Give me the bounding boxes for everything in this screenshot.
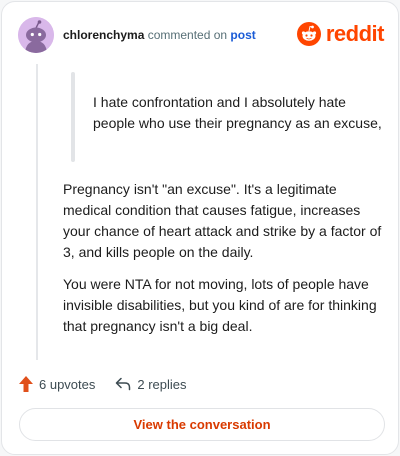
comment-header: chlorenchyma commented on post reddit — [18, 17, 385, 53]
action-text: commented on — [144, 28, 231, 42]
reply-count: 2 replies — [137, 376, 187, 392]
comment-actions: 6 upvotes 2 replies — [19, 374, 187, 394]
comment-card: chlorenchyma commented on post reddit I … — [1, 1, 399, 455]
post-link[interactable]: post — [230, 28, 255, 42]
replies-button[interactable]: 2 replies — [115, 376, 187, 392]
reddit-brand[interactable]: reddit — [296, 21, 385, 47]
reddit-logo-icon — [296, 22, 321, 46]
thread-line — [36, 64, 38, 360]
reddit-wordmark: reddit — [325, 21, 385, 46]
upvote-arrow-icon — [19, 376, 33, 392]
comment-paragraph-2: You were NTA for not moving, lots of peo… — [63, 276, 377, 334]
reply-arrow-icon — [116, 377, 131, 391]
view-conversation-button[interactable]: View the conversation — [19, 408, 385, 441]
upvote-button[interactable]: 6 upvotes — [19, 376, 95, 392]
comment-meta: chlorenchyma commented on post — [63, 28, 256, 42]
comment-paragraph-1: Pregnancy isn't "an excuse". It's a legi… — [63, 181, 382, 260]
upvote-count: 6 upvotes — [39, 376, 96, 392]
username[interactable]: chlorenchyma — [63, 28, 144, 42]
snoo-avatar-icon — [18, 17, 54, 53]
quoted-text: I hate confrontation and I absolutely ha… — [93, 94, 382, 131]
user-avatar[interactable] — [18, 17, 54, 53]
quote-bar — [71, 72, 75, 162]
